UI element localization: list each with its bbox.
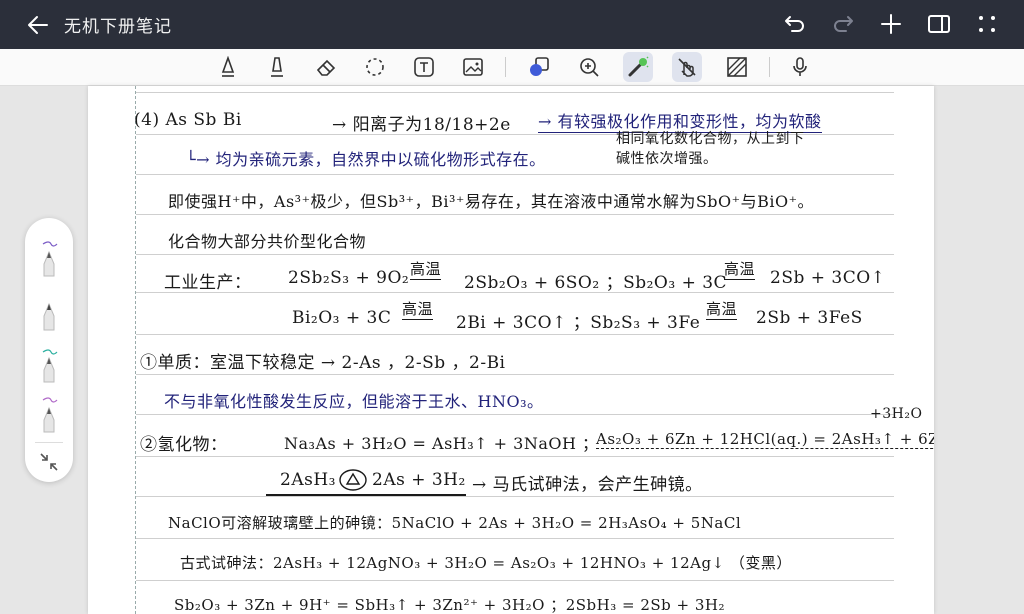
pen-palette (25, 218, 73, 482)
app-window: 无机下册笔记 (4) As Sb Bi → 阳离子为18/18+2e → 有较强… (0, 0, 1024, 614)
pen-tool-2[interactable] (37, 296, 61, 336)
lasso-tool[interactable] (360, 52, 390, 82)
microphone-icon (793, 57, 807, 76)
note-line-4: 化合物大部分共价型化合物 (168, 232, 367, 251)
ruled-line (136, 496, 894, 497)
lasso-icon (366, 58, 384, 76)
toolbar-separator (769, 57, 770, 77)
add-page-button[interactable] (874, 4, 908, 44)
note-line-2-basicity: 碱性依次增强。 (616, 151, 718, 167)
undo-button[interactable] (778, 4, 812, 44)
collapse-palette-button[interactable] (37, 450, 61, 474)
undo-icon (785, 16, 804, 32)
note-line-10-product: 2As + 3H₂ (372, 470, 466, 490)
note-line-9-annotation: +3H₂O (870, 406, 923, 422)
add-page-icon (881, 14, 901, 34)
eraser-tool[interactable] (311, 52, 341, 82)
redo-button[interactable] (826, 4, 860, 44)
hand-touch-tool[interactable] (672, 52, 702, 82)
pen-nib-icon (42, 241, 58, 277)
note-line-5-eq1a: 2Sb₂S₃ + 9O₂ (288, 268, 410, 288)
note-page[interactable]: (4) As Sb Bi → 阳离子为18/18+2e → 有较强极化作用和变形… (88, 86, 934, 614)
shapes-icon (530, 57, 549, 76)
heat-triangle-icon (339, 469, 367, 491)
paper-pattern-icon (727, 57, 747, 77)
note-line-1-cation: → 阳离子为18/18+2e (332, 115, 511, 135)
note-line-6-eq1b: 2Bi + 3CO↑ ；Sb₂S₃ + 3Fe (456, 313, 701, 333)
pen-tool-3[interactable] (37, 344, 61, 384)
note-line-10-reactant: 2AsH₃ (280, 470, 336, 490)
note-line-1-elements: (4) As Sb Bi (134, 110, 242, 130)
eraser-icon (316, 59, 336, 76)
drawing-toolbar (0, 49, 1024, 86)
side-panel-icon (928, 15, 950, 33)
title-bar: 无机下册笔记 (0, 0, 1024, 49)
note-line-7-elements: ①单质：室温下较稳定 → 2-As ，2-Sb ，2-Bi (140, 353, 506, 373)
pen-tool-1[interactable] (37, 238, 61, 278)
note-line-6-cond2: 高温 (706, 300, 738, 320)
shapes-tool[interactable] (524, 52, 554, 82)
zoom-tool[interactable] (574, 52, 604, 82)
collapse-icon (40, 453, 58, 471)
palette-divider (35, 442, 63, 443)
note-line-11: NaClO可溶解玻璃壁上的砷镜：5NaClO + 2As + 3H₂O = 2H… (168, 514, 742, 532)
note-line-6-eq1a: Bi₂O₃ + 3C (292, 308, 392, 328)
pen-nib-icon (43, 302, 55, 331)
note-line-5-eq1b: 2Sb₂O₃ + 6SO₂ ；Sb₂O₃ + 3C (464, 273, 728, 293)
laser-pointer-tool[interactable] (623, 52, 653, 82)
paper-pattern-tool[interactable] (722, 52, 752, 82)
ruled-line (136, 214, 894, 215)
image-tool[interactable] (458, 52, 488, 82)
ruled-line (136, 174, 894, 175)
note-title: 无机下册笔记 (64, 17, 172, 37)
ruled-line (136, 538, 894, 539)
highlighter-icon (271, 57, 283, 77)
ruled-line (136, 580, 894, 581)
laser-pointer-icon (628, 56, 649, 77)
note-line-9-eq2: As₂O₃ + 6Zn + 12HCl(aq.) = 2AsH₃↑ + 6ZnC… (596, 430, 934, 449)
pen-tool[interactable] (213, 52, 243, 82)
page-margin (135, 86, 136, 614)
ruled-line (136, 414, 894, 415)
text-box-tool[interactable] (409, 52, 439, 82)
ruled-line (136, 334, 894, 335)
ruled-line (136, 254, 894, 255)
ruled-line (136, 92, 894, 93)
toolbar-separator (505, 57, 506, 77)
pen-nib-icon (42, 397, 58, 433)
pen-nib-icon (42, 349, 58, 383)
note-line-12: 古式试砷法：2AsH₃ + 12AgNO₃ + 3H₂O = As₂O₃ + 1… (180, 554, 792, 572)
text-box-icon (414, 57, 434, 77)
pen-tool-4[interactable] (37, 394, 61, 434)
more-button[interactable] (970, 4, 1004, 44)
note-line-2-sulfur: └→ 均为亲硫元素，自然界中以硫化物形式存在。 (186, 150, 546, 169)
note-line-8-acids: 不与非氧化性酸发生反应，但能溶于王水、HNO₃。 (164, 392, 544, 411)
back-arrow-icon (28, 15, 48, 34)
note-line-10-method: → 马氏试砷法，会产生砷镜。 (472, 475, 703, 495)
pen-icon (221, 56, 235, 77)
note-line-13: Sb₂O₃ + 3Zn + 9H⁺ = SbH₃↑ + 3Zn²⁺ + 3H₂O… (174, 596, 725, 614)
note-line-9-eq1: Na₃As + 3H₂O = AsH₃↑ + 3NaOH ； (284, 434, 599, 453)
zoom-icon (580, 58, 599, 77)
note-line-5-cond1: 高温 (410, 260, 442, 280)
side-panel-button[interactable] (922, 4, 956, 44)
note-line-5-label: 工业生产： (164, 273, 252, 293)
ruled-line (136, 374, 894, 375)
note-line-6-eq2b: 2Sb + 3FeS (756, 308, 863, 328)
ruled-line (136, 456, 894, 457)
hand-touch-icon (678, 58, 696, 77)
more-icon (979, 16, 995, 32)
note-line-9-label: ②氢化物： (140, 435, 228, 455)
note-line-6-cond1: 高温 (402, 300, 434, 320)
note-line-5-cond2: 高温 (724, 260, 756, 280)
note-line-5-eq2b: 2Sb + 3CO↑ (770, 268, 886, 288)
note-line-3: 即使强H⁺中，As³⁺极少，但Sb³⁺，Bi³⁺易存在，其在溶液中通常水解为Sb… (168, 192, 815, 211)
note-line-1-trend: 相同氧化数化合物，从上到下 (616, 131, 805, 147)
redo-icon (834, 16, 853, 32)
back-button[interactable] (18, 5, 58, 45)
underline-mark (266, 494, 466, 496)
microphone-tool[interactable] (785, 52, 815, 82)
highlighter-tool[interactable] (262, 52, 292, 82)
image-icon (463, 58, 483, 76)
